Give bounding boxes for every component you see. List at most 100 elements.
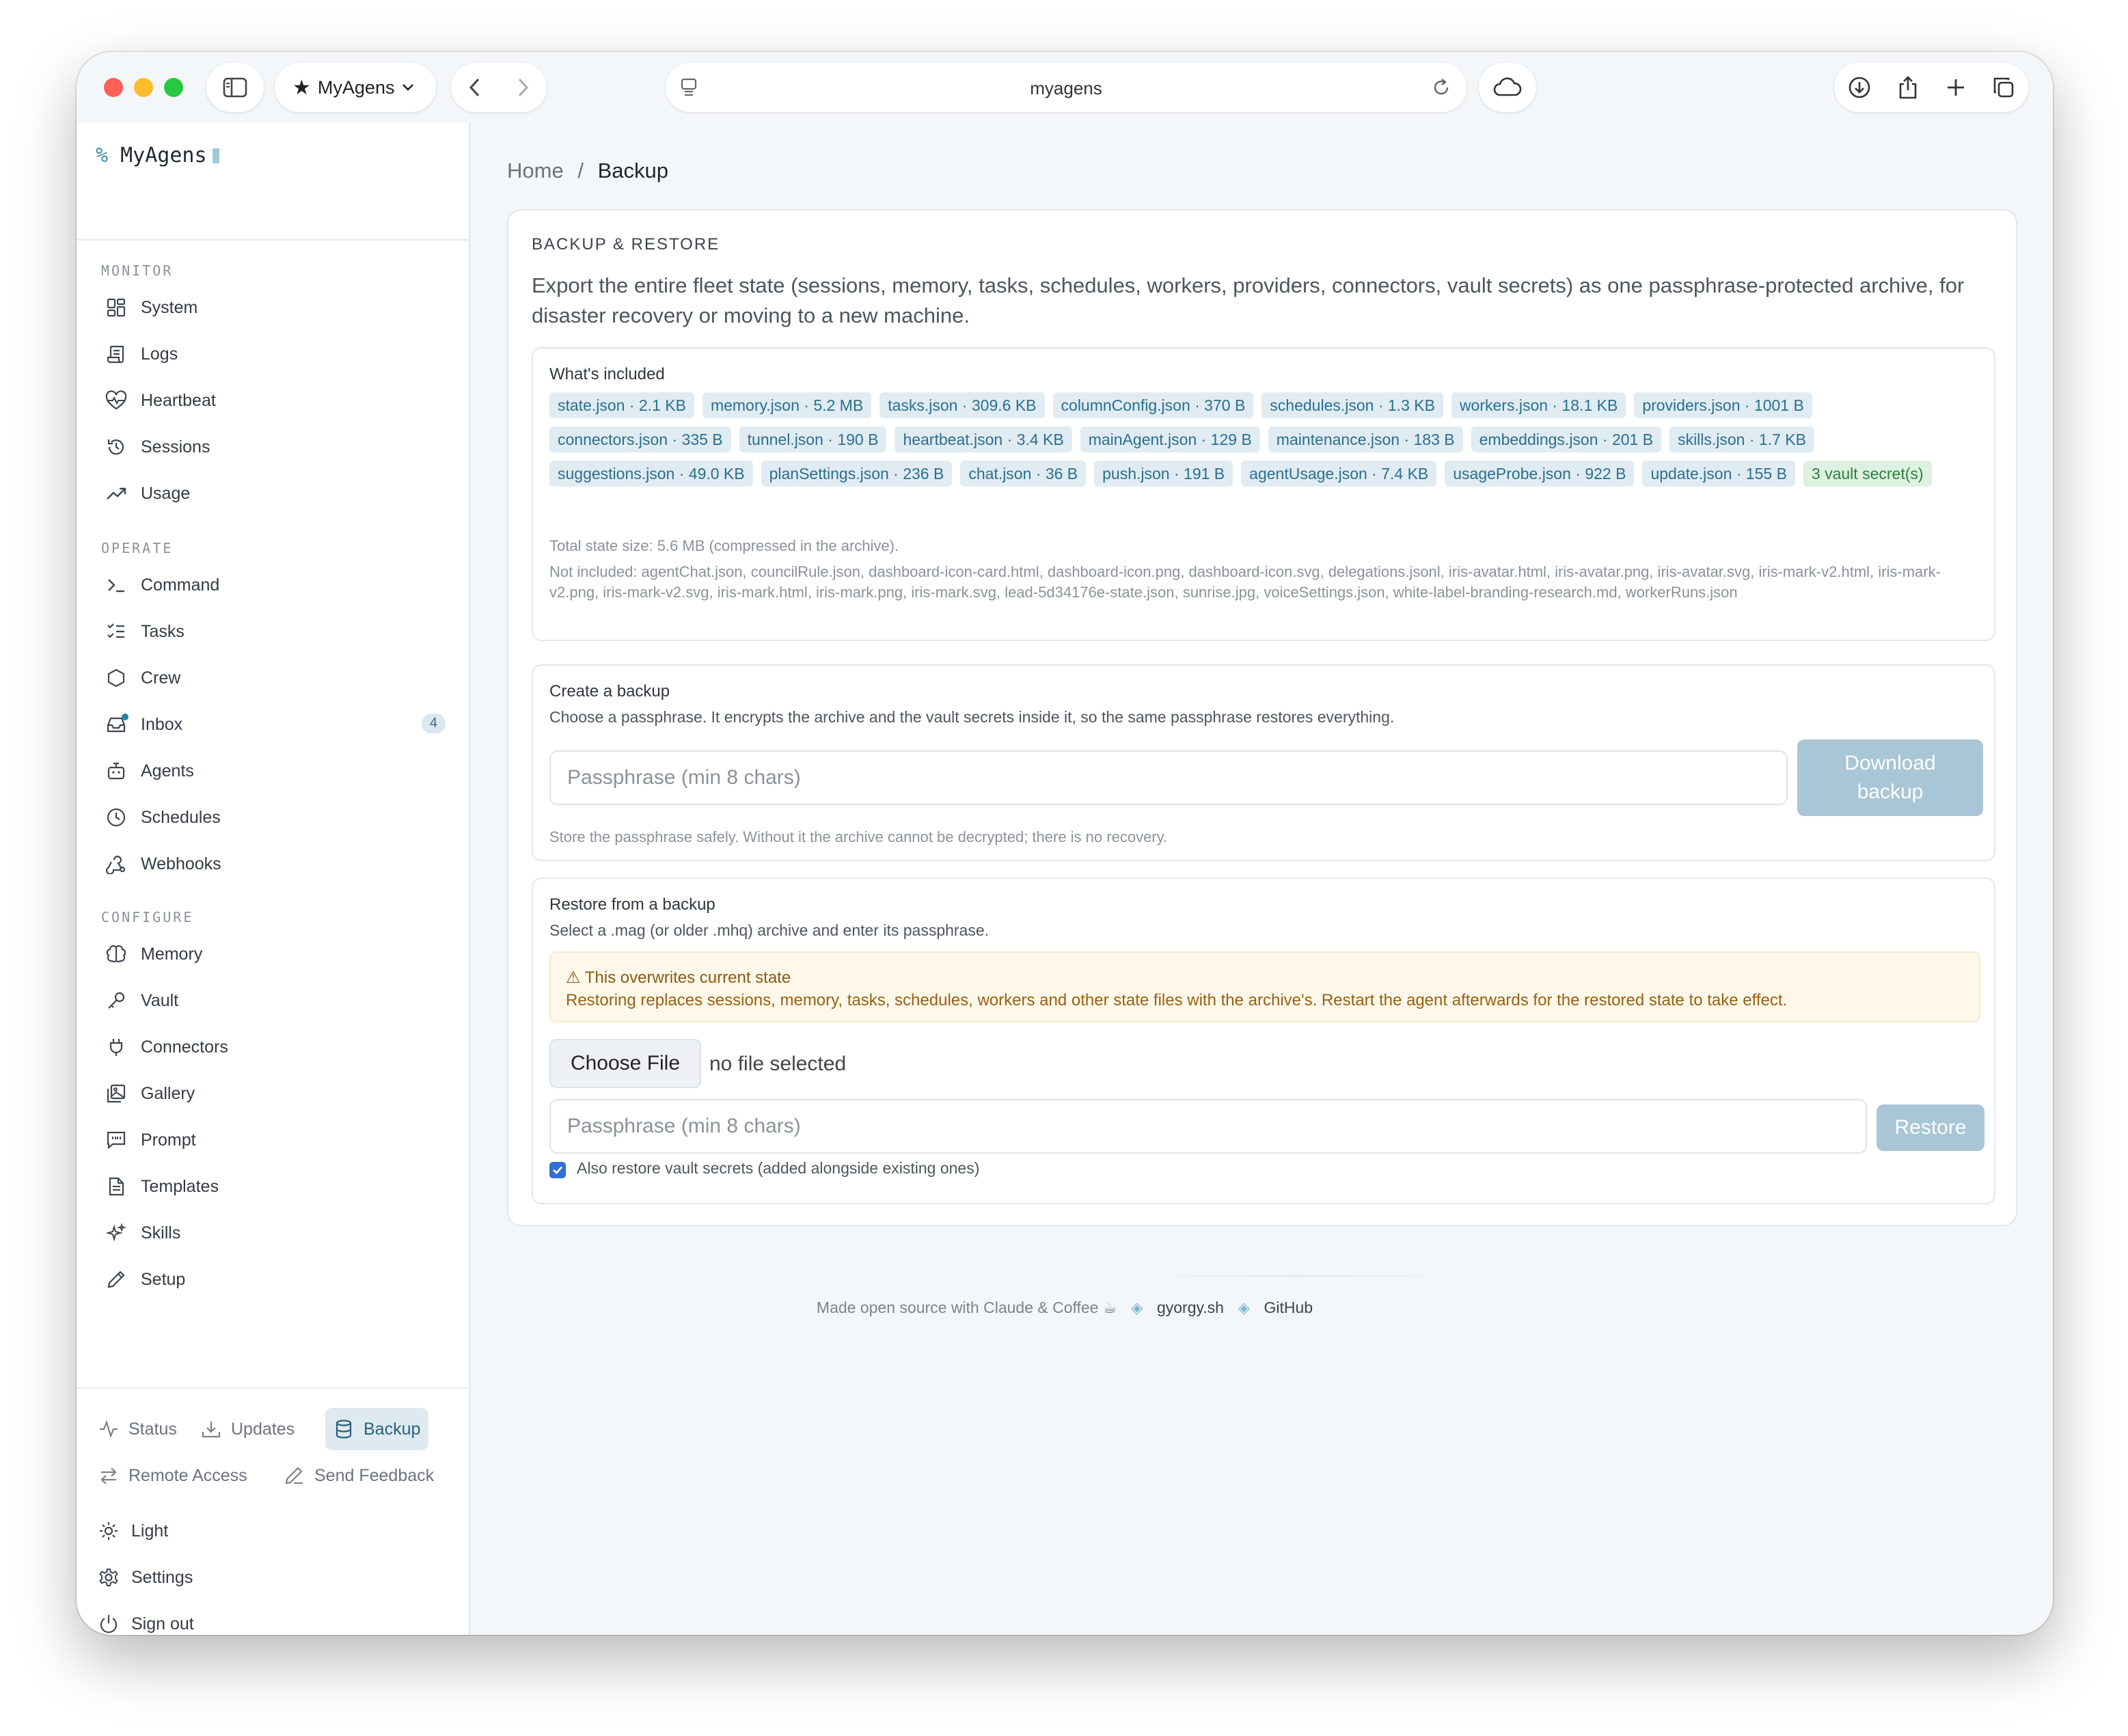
card-description: Export the entire fleet state (sessions,… [532,273,1965,327]
breadcrumb-separator: / [577,159,584,182]
tab-group-button[interactable]: ★ MyAgens [275,63,436,112]
reload-icon[interactable] [1431,77,1451,98]
footer-text: Made open source with Claude & Coffee ☕ [816,1299,1117,1316]
app-logo[interactable]: % MyAgens [96,144,219,167]
downloads-icon[interactable] [1848,76,1871,99]
footer-item-label: Sign out [131,1614,194,1633]
tab-label: Send Feedback [314,1465,435,1485]
sidebar-item-logs[interactable]: Logs [104,335,446,373]
restore-passphrase-input[interactable]: Passphrase (min 8 chars) [549,1099,1867,1154]
sparkles-icon [104,1221,128,1245]
star-icon: ★ [292,76,311,99]
tab-updates[interactable]: Updates [193,1408,303,1450]
sidebar-item-label: Schedules [141,807,221,827]
sidebar-item-connectors[interactable]: Connectors [104,1028,446,1066]
back-arrow-icon[interactable] [467,77,482,98]
database-icon [333,1419,354,1439]
sidebar-item-setup[interactable]: Setup [104,1260,446,1299]
download-icon [201,1420,221,1439]
sidebar-item-crew[interactable]: Crew [104,659,446,697]
card-title: BACKUP & RESTORE [532,235,720,254]
sidebar-toggle-button[interactable] [206,63,264,112]
footer-separator: ◈ [1130,1299,1143,1316]
backup-passphrase-input[interactable]: Passphrase (min 8 chars) [549,750,1788,805]
history-icon [104,435,128,459]
sidebar-item-vault[interactable]: Vault [104,981,446,1020]
file-chip: push.json · 191 B [1094,461,1233,487]
footer-link-gyorgy[interactable]: gyorgy.sh [1157,1299,1224,1316]
sidebar-item-prompt[interactable]: Prompt [104,1121,446,1159]
warning-text: Restoring replaces sessions, memory, tas… [566,991,1788,1009]
minimize-window-button[interactable] [134,78,153,97]
sidebar-item-sessions[interactable]: Sessions [104,428,446,466]
restore-button[interactable]: Restore [1877,1104,1984,1151]
footer-divider [1143,1275,1457,1277]
address-bar[interactable]: myagens [666,63,1467,112]
pen-icon [284,1466,305,1485]
file-chip: connectors.json · 335 B [549,426,731,452]
zoom-window-button[interactable] [164,78,183,97]
browser-window: ★ MyAgens myagens % MyAgens MONITOR Syst… [77,52,2053,1635]
key-icon [104,988,128,1013]
sidebar-item-label: Agents [141,761,194,781]
sidebar-item-skills[interactable]: Skills [104,1214,446,1252]
sidebar-item-label: System [141,297,198,317]
sidebar-item-inbox[interactable]: Inbox 4 [104,705,446,744]
gear-icon [98,1567,119,1588]
brain-icon [104,942,128,966]
browser-actions [1834,63,2028,112]
divider [77,239,470,241]
file-chip: planSettings.json · 236 B [761,461,953,487]
file-chip-list: state.json · 2.1 KB memory.json · 5.2 MB t… [549,392,1984,487]
choose-file-button[interactable]: Choose File [549,1039,701,1088]
new-tab-icon[interactable] [1946,77,1966,98]
restore-vault-checkbox[interactable] [549,1162,566,1178]
sidebar-item-label: Setup [141,1269,186,1289]
sidebar-item-memory[interactable]: Memory [104,935,446,973]
tab-overview-icon[interactable] [1993,77,2015,98]
button-label-line1: Download [1844,752,1936,774]
sign-out-button[interactable]: Sign out [98,1605,194,1635]
whats-included-panel: What's included state.json · 2.1 KB memor… [532,347,1995,641]
tab-label: Backup [364,1419,421,1439]
download-backup-button[interactable]: Download backup [1797,740,1983,816]
sidebar-item-gallery[interactable]: Gallery [104,1074,446,1113]
sidebar-item-agents[interactable]: Agents [104,752,446,790]
tab-status[interactable]: Status [90,1408,185,1450]
forward-arrow-icon[interactable] [515,77,530,98]
bot-icon [104,759,128,783]
file-text-icon [104,1174,128,1199]
history-nav [451,63,547,112]
restore-vault-label: Also restore vault secrets (added alongs… [577,1159,980,1177]
file-chip: mainAgent.json · 129 B [1080,426,1260,452]
theme-toggle-light[interactable]: Light [98,1512,168,1550]
tab-send-feedback[interactable]: Send Feedback [276,1454,442,1497]
close-window-button[interactable] [104,78,123,97]
share-icon[interactable] [1898,75,1918,100]
sidebar-item-command[interactable]: Command [104,566,446,604]
sidebar-item-schedules[interactable]: Schedules [104,798,446,837]
tab-label: Updates [231,1419,295,1439]
sidebar-item-usage[interactable]: Usage [104,474,446,513]
file-chip: maintenance.json · 183 B [1268,426,1463,452]
terminal-icon [104,573,128,597]
sidebar-toggle-icon [223,77,247,98]
settings-link[interactable]: Settings [98,1558,193,1597]
sidebar-item-label: Crew [141,668,181,688]
footer-link-github[interactable]: GitHub [1264,1299,1313,1316]
tab-remote-access[interactable]: Remote Access [90,1454,256,1497]
icloud-button[interactable] [1479,63,1536,112]
tab-backup[interactable]: Backup [325,1408,429,1450]
sidebar-item-heartbeat[interactable]: Heartbeat [104,381,446,420]
sun-icon [98,1521,119,1541]
image-icon [104,1081,128,1106]
sidebar-item-templates[interactable]: Templates [104,1167,446,1206]
sidebar-item-system[interactable]: System [104,288,446,327]
sidebar-item-label: Heartbeat [141,390,216,410]
message-quote-icon [104,1128,128,1152]
sidebar-item-tasks[interactable]: Tasks [104,612,446,651]
file-chip: heartbeat.json · 3.4 KB [895,426,1072,452]
cloud-icon [1493,77,1522,96]
sidebar-item-webhooks[interactable]: Webhooks [104,845,446,883]
breadcrumb-home[interactable]: Home [507,159,564,182]
